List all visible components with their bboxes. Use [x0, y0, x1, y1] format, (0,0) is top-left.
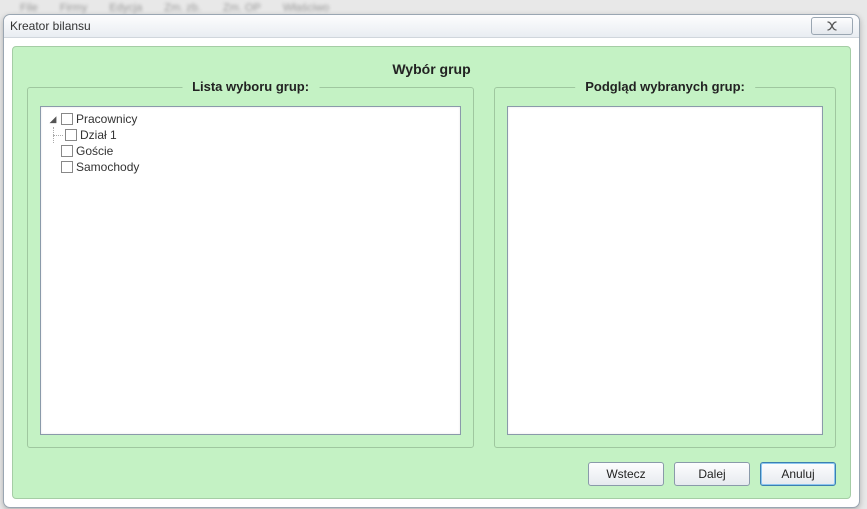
- checkbox[interactable]: [61, 113, 73, 125]
- tree-node-samochody[interactable]: ◢ Samochody: [47, 159, 454, 175]
- close-button[interactable]: [811, 17, 853, 35]
- checkbox[interactable]: [61, 161, 73, 173]
- next-button[interactable]: Dalej: [674, 462, 750, 486]
- titlebar: Kreator bilansu: [4, 15, 859, 38]
- tree-label: Samochody: [76, 159, 139, 175]
- selected-preview-box: Podgląd wybranych grup:: [494, 87, 836, 448]
- wizard-window: Kreator bilansu Wybór grup Lista wyboru …: [3, 14, 860, 508]
- close-icon: [826, 21, 838, 31]
- tree-node-pracownicy[interactable]: ◢ Pracownicy: [47, 111, 454, 127]
- wizard-buttons: Wstecz Dalej Anuluj: [27, 448, 836, 486]
- wizard-panel: Wybór grup Lista wyboru grup: ◢ Pracowni…: [12, 46, 851, 499]
- groupbox-row: Lista wyboru grup: ◢ Pracownicy Dział 1: [27, 87, 836, 448]
- checkbox[interactable]: [65, 129, 77, 141]
- checkbox[interactable]: [61, 145, 73, 157]
- tree-node-goscie[interactable]: ◢ Goście: [47, 143, 454, 159]
- selected-preview-list[interactable]: [507, 106, 823, 435]
- expand-toggle-icon[interactable]: ◢: [47, 113, 59, 125]
- tree-label: Goście: [76, 143, 113, 159]
- selected-preview-title: Podgląd wybranych grup:: [575, 79, 755, 94]
- page-title: Wybór grup: [27, 61, 836, 77]
- tree-node-dzial1[interactable]: Dział 1: [47, 127, 454, 143]
- cancel-button[interactable]: Anuluj: [760, 462, 836, 486]
- back-button[interactable]: Wstecz: [588, 462, 664, 486]
- group-selection-box: Lista wyboru grup: ◢ Pracownicy Dział 1: [27, 87, 474, 448]
- group-selection-title: Lista wyboru grup:: [182, 79, 319, 94]
- tree-label: Pracownicy: [76, 111, 137, 127]
- group-selection-tree[interactable]: ◢ Pracownicy Dział 1 ◢ Go: [40, 106, 461, 435]
- window-title: Kreator bilansu: [10, 19, 811, 33]
- tree-label: Dział 1: [80, 127, 117, 143]
